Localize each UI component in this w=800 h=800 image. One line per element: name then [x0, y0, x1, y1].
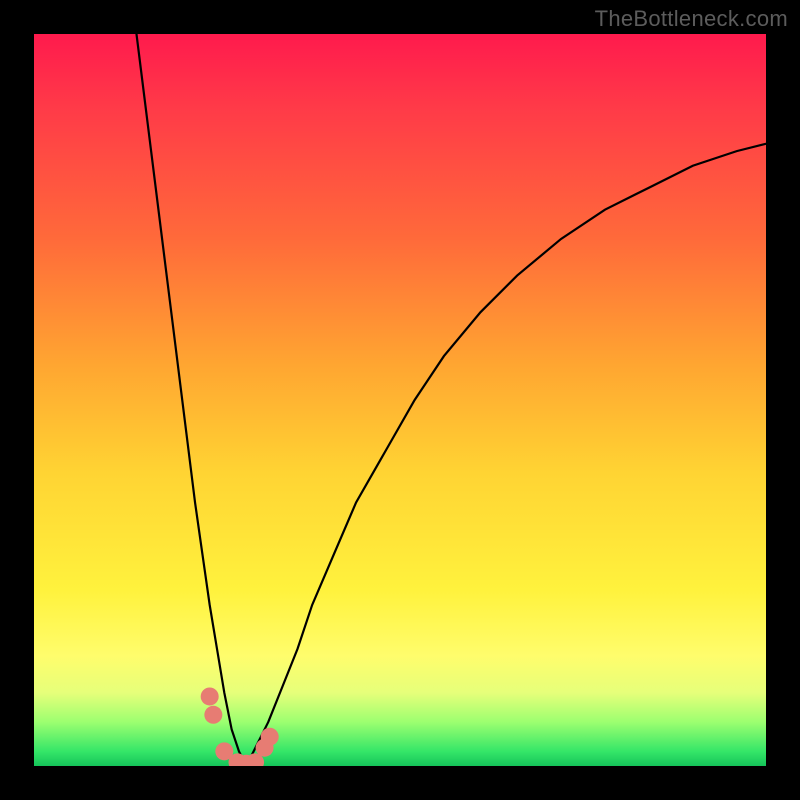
- chart-background: [34, 34, 766, 766]
- watermark-text: TheBottleneck.com: [595, 6, 788, 32]
- chart-frame: TheBottleneck.com: [0, 0, 800, 800]
